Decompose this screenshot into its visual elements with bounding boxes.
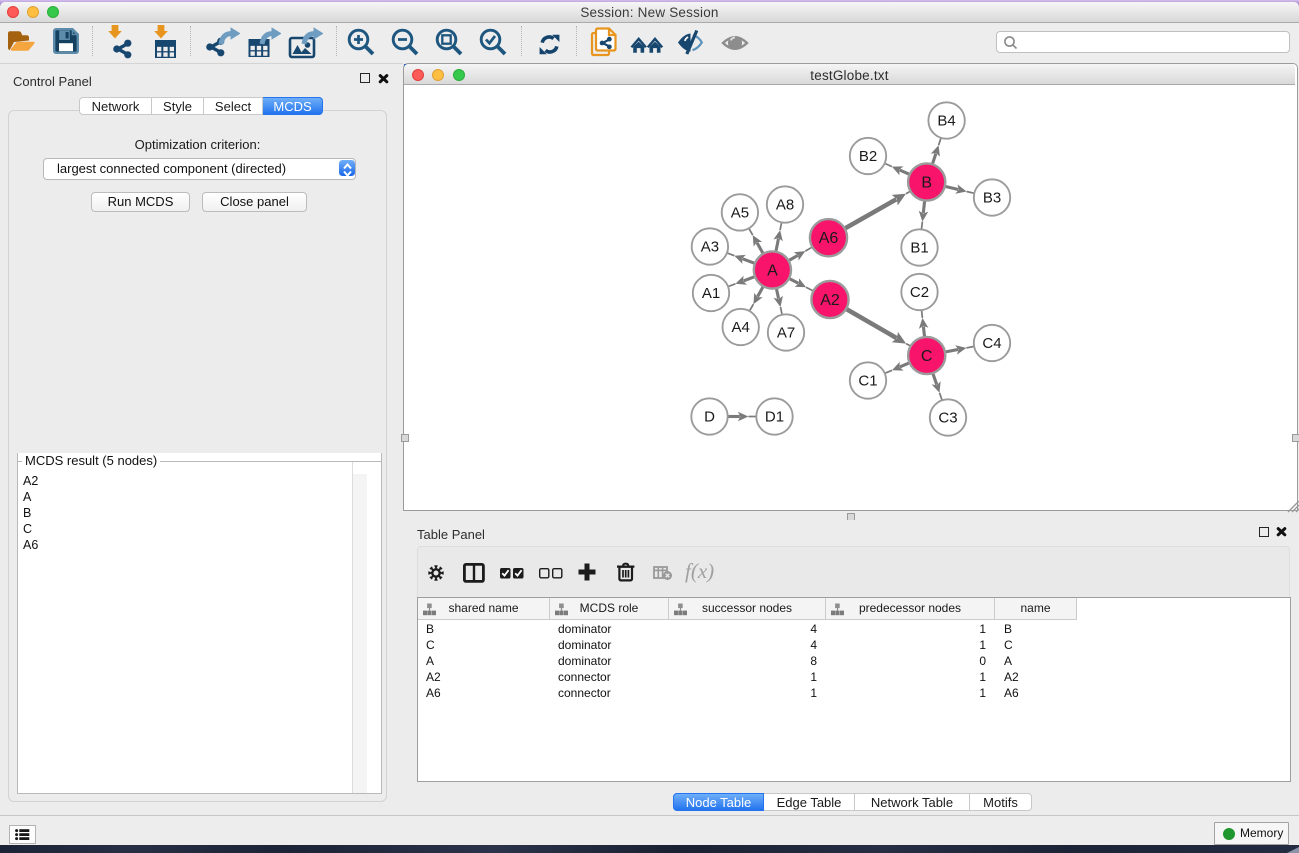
svg-text:C4: C4 [982,335,1001,352]
svg-text:A5: A5 [731,205,749,222]
svg-text:B4: B4 [937,113,955,130]
svg-text:A6: A6 [819,230,839,247]
svg-text:D1: D1 [765,409,784,426]
svg-text:C: C [921,348,933,365]
svg-text:B: B [921,174,932,191]
svg-text:A1: A1 [702,285,720,302]
svg-text:B3: B3 [983,190,1001,207]
svg-text:B1: B1 [910,240,928,257]
svg-text:A2: A2 [820,292,840,309]
svg-text:C3: C3 [938,410,957,427]
svg-text:C2: C2 [910,284,929,301]
svg-text:A7: A7 [777,325,795,342]
svg-text:D: D [704,409,715,426]
svg-text:A3: A3 [701,239,719,256]
svg-text:B2: B2 [859,148,877,165]
svg-text:A: A [767,262,778,279]
svg-text:A8: A8 [776,197,794,214]
svg-text:A4: A4 [732,319,750,336]
svg-text:C1: C1 [858,373,877,390]
